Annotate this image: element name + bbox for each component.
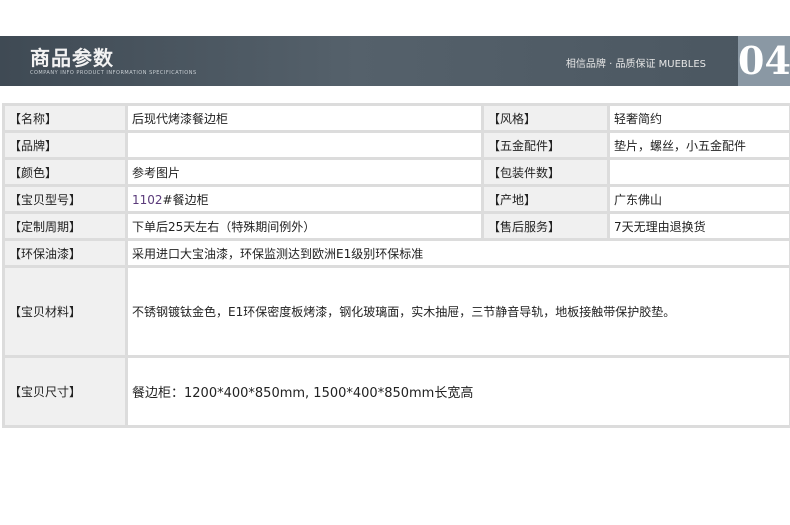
model-suffix: #餐边柜 [162,192,209,207]
header-banner: 商品参数 COMPANY INFO PRODUCT INFORMATION SP… [0,36,790,86]
value-material: 不锈钢镀钛金色，E1环保密度板烤漆，钢化玻璃面，实木抽屉，三节静音导轨，地板接触… [125,265,790,358]
label-hardware: 【五金配件】 [481,130,610,160]
value-lead-time: 下单后25天左右（特殊期间例外） [125,211,484,241]
value-origin: 广东佛山 [607,184,790,214]
table-row: 【名称】 后现代烤漆餐边柜 【风格】 轻奢简约 [2,103,790,133]
value-eco-paint: 采用进口大宝油漆，环保监测达到欧洲E1级别环保标准 [125,238,790,268]
label-name: 【名称】 [2,103,128,133]
table-row: 【颜色】 参考图片 【包装件数】 [2,157,790,187]
label-material: 【宝贝材料】 [2,265,128,358]
value-name: 后现代烤漆餐边柜 [125,103,484,133]
brand-tagline: 相信品牌 · 品质保证 MUEBLES [565,59,706,70]
value-hardware: 垫片，螺丝，小五金配件 [607,130,790,160]
value-brand [125,130,484,160]
section-title: 商品参数 [30,46,114,70]
label-package-count: 【包装件数】 [481,157,610,187]
table-row: 【宝贝材料】 不锈钢镀钛金色，E1环保密度板烤漆，钢化玻璃面，实木抽屉，三节静音… [2,265,790,358]
value-package-count [607,157,790,187]
value-style: 轻奢简约 [607,103,790,133]
table-row: 【品牌】 【五金配件】 垫片，螺丝，小五金配件 [2,130,790,160]
section-subtitle: COMPANY INFO PRODUCT INFORMATION SPECIFI… [30,70,197,76]
label-model: 【宝贝型号】 [2,184,128,214]
value-color: 参考图片 [125,157,484,187]
model-number: 1102 [132,192,163,207]
label-style: 【风格】 [481,103,610,133]
label-after-sales: 【售后服务】 [481,211,610,241]
table-row: 【宝贝型号】 1102#餐边柜 【产地】 广东佛山 [2,184,790,214]
label-brand: 【品牌】 [2,130,128,160]
table-row: 【环保油漆】 采用进口大宝油漆，环保监测达到欧洲E1级别环保标准 [2,238,790,268]
label-eco-paint: 【环保油漆】 [2,238,128,268]
section-number: 04 [738,36,790,86]
table-row: 【宝贝尺寸】 餐边柜：1200*400*850mm, 1500*400*850m… [2,355,790,428]
value-after-sales: 7天无理由退换货 [607,211,790,241]
label-size: 【宝贝尺寸】 [2,355,128,428]
spec-table: 【名称】 后现代烤漆餐边柜 【风格】 轻奢简约 【品牌】 【五金配件】 垫片，螺… [2,103,790,428]
label-lead-time: 【定制周期】 [2,211,128,241]
table-row: 【定制周期】 下单后25天左右（特殊期间例外） 【售后服务】 7天无理由退换货 [2,211,790,241]
value-model: 1102#餐边柜 [125,184,484,214]
label-origin: 【产地】 [481,184,610,214]
label-color: 【颜色】 [2,157,128,187]
value-size: 餐边柜：1200*400*850mm, 1500*400*850mm长宽高 [125,355,790,428]
